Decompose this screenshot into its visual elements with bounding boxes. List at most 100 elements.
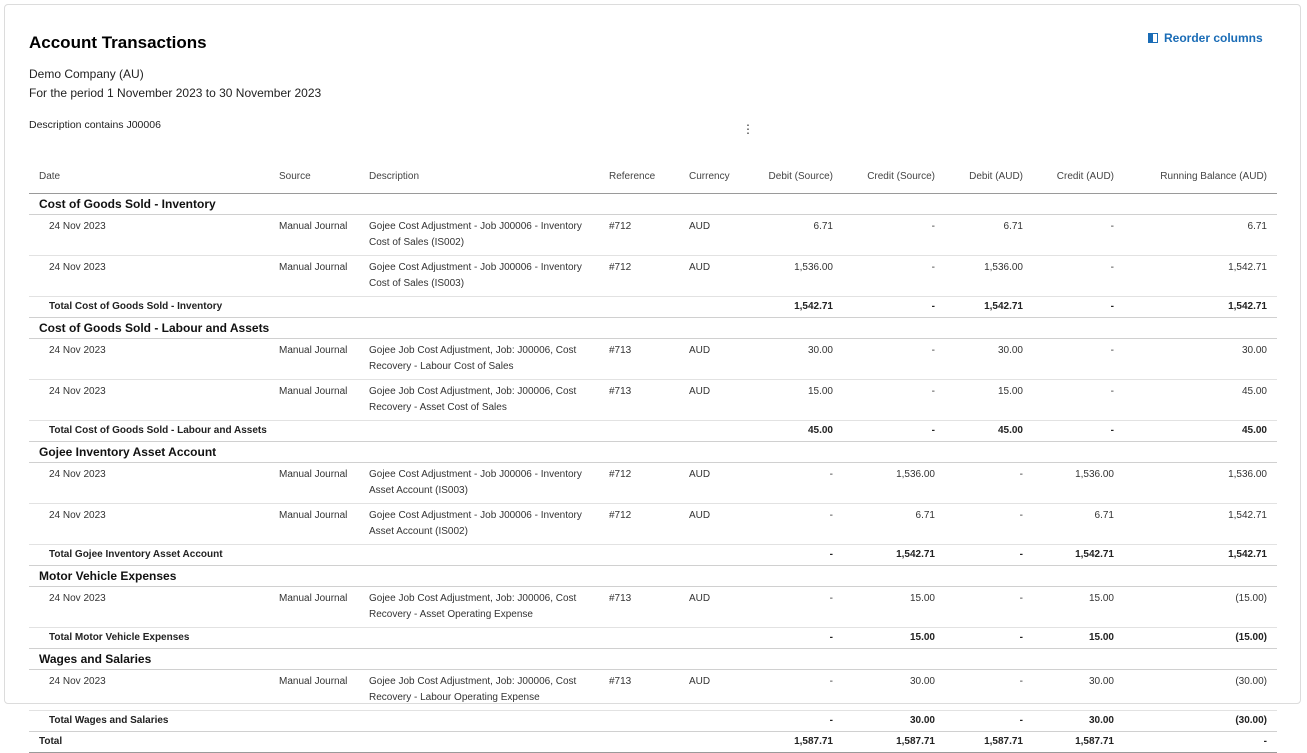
col-header-running-balance[interactable]: Running Balance (AUD) bbox=[1124, 160, 1277, 194]
cell-currency: AUD bbox=[679, 255, 747, 297]
cell-running-balance: 1,542.71 bbox=[1124, 255, 1277, 297]
cell-credit-aud: - bbox=[1033, 338, 1124, 380]
cell-debit-aud: - bbox=[945, 462, 1033, 504]
total-debit-source: 1,542.71 bbox=[747, 296, 843, 318]
cell-credit-source: 15.00 bbox=[843, 586, 945, 628]
account-name[interactable]: Motor Vehicle Expenses bbox=[29, 565, 1277, 587]
cell-source: Manual Journal bbox=[269, 255, 359, 297]
total-label: Total Gojee Inventory Asset Account bbox=[29, 544, 747, 566]
cell-debit-aud: - bbox=[945, 669, 1033, 711]
account-total-row: Total Gojee Inventory Asset Account - 1,… bbox=[29, 544, 1277, 566]
table-row[interactable]: 24 Nov 2023 Manual Journal Gojee Job Cos… bbox=[29, 338, 1277, 380]
cell-debit-source: - bbox=[747, 669, 843, 711]
account-group-header: Motor Vehicle Expenses bbox=[29, 565, 1277, 587]
account-total-row: Total Cost of Goods Sold - Labour and As… bbox=[29, 420, 1277, 442]
cell-description[interactable]: Gojee Job Cost Adjustment, Job: J00006, … bbox=[359, 586, 599, 628]
grand-total-credit-source: 1,587.71 bbox=[843, 731, 945, 753]
cell-debit-aud: - bbox=[945, 586, 1033, 628]
cell-source: Manual Journal bbox=[269, 669, 359, 711]
cell-debit-aud: - bbox=[945, 503, 1033, 545]
cell-debit-aud: 6.71 bbox=[945, 214, 1033, 256]
cell-debit-source: 15.00 bbox=[747, 379, 843, 421]
table-header-row: Date Source Description Reference Curren… bbox=[29, 160, 1277, 194]
account-name[interactable]: Gojee Inventory Asset Account bbox=[29, 441, 1277, 463]
col-header-debit-source[interactable]: Debit (Source) bbox=[747, 160, 843, 194]
cell-reference: #712 bbox=[599, 255, 679, 297]
account-group-header: Cost of Goods Sold - Inventory bbox=[29, 193, 1277, 215]
cell-description[interactable]: Gojee Cost Adjustment - Job J00006 - Inv… bbox=[359, 462, 599, 504]
account-name[interactable]: Cost of Goods Sold - Inventory bbox=[29, 193, 1277, 215]
total-running-balance: 45.00 bbox=[1124, 420, 1277, 442]
cell-reference: #713 bbox=[599, 586, 679, 628]
reorder-columns-button[interactable]: Reorder columns bbox=[1148, 31, 1263, 45]
col-header-source[interactable]: Source bbox=[269, 160, 359, 194]
col-header-description[interactable]: Description bbox=[359, 160, 599, 194]
grand-total-debit-source: 1,587.71 bbox=[747, 731, 843, 753]
col-header-reference[interactable]: Reference bbox=[599, 160, 679, 194]
cell-source: Manual Journal bbox=[269, 462, 359, 504]
page-title: Account Transactions bbox=[29, 33, 207, 52]
account-name[interactable]: Cost of Goods Sold - Labour and Assets bbox=[29, 317, 1277, 339]
cell-credit-aud: 30.00 bbox=[1033, 669, 1124, 711]
cell-debit-source: 30.00 bbox=[747, 338, 843, 380]
cell-currency: AUD bbox=[679, 669, 747, 711]
cell-description[interactable]: Gojee Job Cost Adjustment, Job: J00006, … bbox=[359, 379, 599, 421]
col-header-currency[interactable]: Currency bbox=[679, 160, 747, 194]
total-credit-aud: 1,542.71 bbox=[1033, 544, 1124, 566]
total-credit-source: - bbox=[843, 296, 945, 318]
total-label: Total Motor Vehicle Expenses bbox=[29, 627, 747, 649]
total-debit-aud: 45.00 bbox=[945, 420, 1033, 442]
total-credit-source: 1,542.71 bbox=[843, 544, 945, 566]
cell-debit-source: 1,536.00 bbox=[747, 255, 843, 297]
table-row[interactable]: 24 Nov 2023 Manual Journal Gojee Job Cos… bbox=[29, 586, 1277, 628]
cell-date: 24 Nov 2023 bbox=[29, 462, 269, 504]
col-header-debit-aud[interactable]: Debit (AUD) bbox=[945, 160, 1033, 194]
cell-currency: AUD bbox=[679, 586, 747, 628]
col-header-credit-source[interactable]: Credit (Source) bbox=[843, 160, 945, 194]
cell-credit-source: 1,536.00 bbox=[843, 462, 945, 504]
cell-debit-source: - bbox=[747, 503, 843, 545]
cell-credit-aud: 1,536.00 bbox=[1033, 462, 1124, 504]
more-options-icon[interactable]: ⋮ bbox=[742, 122, 754, 136]
cell-credit-source: 30.00 bbox=[843, 669, 945, 711]
cell-description[interactable]: Gojee Cost Adjustment - Job J00006 - Inv… bbox=[359, 503, 599, 545]
grand-total-label: Total bbox=[29, 731, 747, 753]
col-header-credit-aud[interactable]: Credit (AUD) bbox=[1033, 160, 1124, 194]
total-label: Total Wages and Salaries bbox=[29, 710, 747, 732]
table-row[interactable]: 24 Nov 2023 Manual Journal Gojee Cost Ad… bbox=[29, 462, 1277, 504]
cell-reference: #713 bbox=[599, 379, 679, 421]
table-row[interactable]: 24 Nov 2023 Manual Journal Gojee Cost Ad… bbox=[29, 214, 1277, 256]
table-row[interactable]: 24 Nov 2023 Manual Journal Gojee Cost Ad… bbox=[29, 503, 1277, 545]
filter-summary: Description contains J00006 bbox=[29, 119, 161, 131]
account-total-row: Total Motor Vehicle Expenses - 15.00 - 1… bbox=[29, 627, 1277, 649]
cell-description[interactable]: Gojee Cost Adjustment - Job J00006 - Inv… bbox=[359, 255, 599, 297]
table-row[interactable]: 24 Nov 2023 Manual Journal Gojee Cost Ad… bbox=[29, 255, 1277, 297]
account-total-row: Total Cost of Goods Sold - Inventory 1,5… bbox=[29, 296, 1277, 318]
total-debit-aud: - bbox=[945, 627, 1033, 649]
cell-description[interactable]: Gojee Job Cost Adjustment, Job: J00006, … bbox=[359, 338, 599, 380]
table-row[interactable]: 24 Nov 2023 Manual Journal Gojee Job Cos… bbox=[29, 669, 1277, 711]
cell-source: Manual Journal bbox=[269, 503, 359, 545]
grand-total-row: Total 1,587.71 1,587.71 1,587.71 1,587.7… bbox=[29, 731, 1277, 753]
cell-date: 24 Nov 2023 bbox=[29, 379, 269, 421]
cell-debit-source: - bbox=[747, 586, 843, 628]
table-row[interactable]: 24 Nov 2023 Manual Journal Gojee Job Cos… bbox=[29, 379, 1277, 421]
total-credit-aud: - bbox=[1033, 420, 1124, 442]
total-running-balance: 1,542.71 bbox=[1124, 544, 1277, 566]
col-header-date[interactable]: Date bbox=[29, 160, 269, 194]
grand-total-credit-aud: 1,587.71 bbox=[1033, 731, 1124, 753]
cell-description[interactable]: Gojee Cost Adjustment - Job J00006 - Inv… bbox=[359, 214, 599, 256]
cell-date: 24 Nov 2023 bbox=[29, 586, 269, 628]
cell-credit-aud: - bbox=[1033, 214, 1124, 256]
cell-debit-aud: 1,536.00 bbox=[945, 255, 1033, 297]
grand-total-debit-aud: 1,587.71 bbox=[945, 731, 1033, 753]
cell-reference: #713 bbox=[599, 338, 679, 380]
cell-reference: #712 bbox=[599, 214, 679, 256]
account-name[interactable]: Wages and Salaries bbox=[29, 648, 1277, 670]
cell-date: 24 Nov 2023 bbox=[29, 338, 269, 380]
cell-running-balance: 30.00 bbox=[1124, 338, 1277, 380]
cell-description[interactable]: Gojee Job Cost Adjustment, Job: J00006, … bbox=[359, 669, 599, 711]
cell-credit-aud: 15.00 bbox=[1033, 586, 1124, 628]
cell-date: 24 Nov 2023 bbox=[29, 669, 269, 711]
cell-currency: AUD bbox=[679, 338, 747, 380]
